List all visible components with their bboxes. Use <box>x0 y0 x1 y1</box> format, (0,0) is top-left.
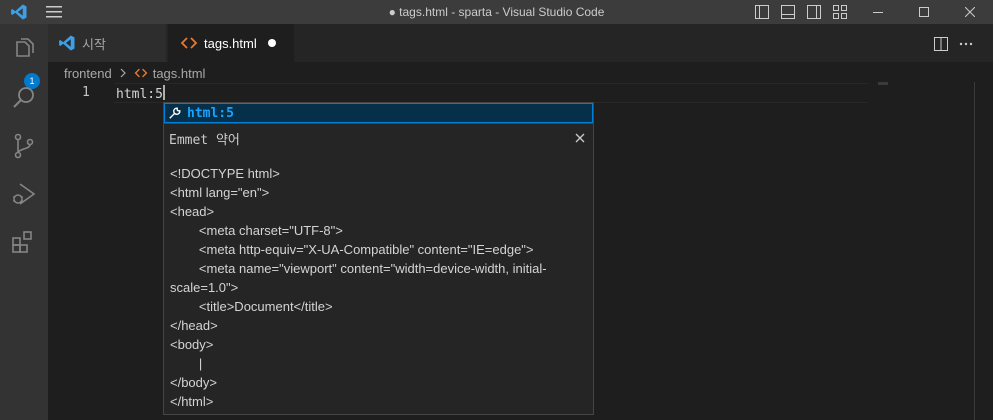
code-line[interactable]: html:5 <box>116 85 165 102</box>
tab-label: tags.html <box>204 35 257 51</box>
suggest-details: Emmet 약어 <!DOCTYPE html> <html lang="en"… <box>163 124 594 415</box>
breadcrumb: frontend tags.html <box>64 64 205 82</box>
unsaved-dot-icon[interactable] <box>268 39 276 47</box>
snippet-line: <!DOCTYPE html> <box>170 166 280 181</box>
snippet-line: <body> <box>170 337 214 352</box>
snippet-line: <meta name="viewport" content="width=dev… <box>170 261 547 276</box>
tab-tags-html[interactable]: tags.html <box>168 24 294 62</box>
vertical-scrollbar[interactable] <box>974 82 975 420</box>
text-cursor <box>162 85 165 100</box>
close-icon[interactable] <box>574 132 586 144</box>
extensions-icon[interactable] <box>8 226 40 258</box>
split-editor-icon[interactable] <box>933 36 949 52</box>
snippet-line: </head> <box>170 318 218 333</box>
breadcrumb-folder[interactable]: frontend <box>64 66 112 81</box>
suggestion-item[interactable]: html:5 <box>164 103 593 123</box>
details-title: Emmet 약어 <box>169 133 240 148</box>
html-file-icon <box>180 37 198 49</box>
toggle-panel-icon[interactable] <box>780 4 796 20</box>
maximize-button[interactable] <box>901 0 947 24</box>
snippet-line: <title>Document</title> <box>170 299 333 314</box>
activity-bar: 1 <box>0 24 48 420</box>
tab-bar: 시작 tags.html <box>48 24 993 62</box>
snippet-line: <html lang="en"> <box>170 185 270 200</box>
suggestion-label: html:5 <box>187 105 234 121</box>
close-window-button[interactable] <box>947 0 993 24</box>
close-icon <box>965 7 975 17</box>
suggest-widget: html:5 <box>163 102 594 124</box>
details-snippet: <!DOCTYPE html> <html lang="en"> <head> … <box>170 164 590 411</box>
customize-layout-icon[interactable] <box>832 4 848 20</box>
maximize-icon <box>919 7 929 17</box>
tab-label: 시작 <box>82 36 106 52</box>
minimize-button[interactable] <box>855 0 901 24</box>
wrench-icon <box>169 107 181 119</box>
title-bar: ● tags.html - sparta - Visual Studio Cod… <box>0 0 993 24</box>
source-control-icon[interactable] <box>8 130 40 162</box>
breadcrumb-file[interactable]: tags.html <box>153 66 206 81</box>
tab-start[interactable]: 시작 <box>48 24 166 62</box>
run-debug-icon[interactable] <box>8 178 40 210</box>
toggle-primary-sidebar-icon[interactable] <box>754 4 770 20</box>
snippet-line: scale=1.0"> <box>170 280 239 295</box>
line-number: 1 <box>82 85 90 100</box>
snippet-line: | <box>170 356 203 371</box>
more-actions-icon[interactable] <box>958 36 974 52</box>
search-icon[interactable] <box>8 82 40 114</box>
toggle-secondary-sidebar-icon[interactable] <box>806 4 822 20</box>
snippet-line: <head> <box>170 204 215 219</box>
current-line-highlight <box>114 83 868 103</box>
snippet-line: </body> <box>170 375 217 390</box>
vscode-logo-icon <box>59 35 75 51</box>
chevron-right-icon <box>120 68 126 78</box>
explorer-icon[interactable] <box>8 34 40 66</box>
code-text: html:5 <box>116 87 163 102</box>
snippet-line: <meta charset="UTF-8"> <box>170 223 343 238</box>
snippet-line: </html> <box>170 394 214 409</box>
minimize-icon <box>873 12 883 13</box>
minimap-marker <box>878 82 888 85</box>
html-file-icon <box>134 68 148 78</box>
snippet-line: <meta http-equiv="X-UA-Compatible" conte… <box>170 242 534 257</box>
